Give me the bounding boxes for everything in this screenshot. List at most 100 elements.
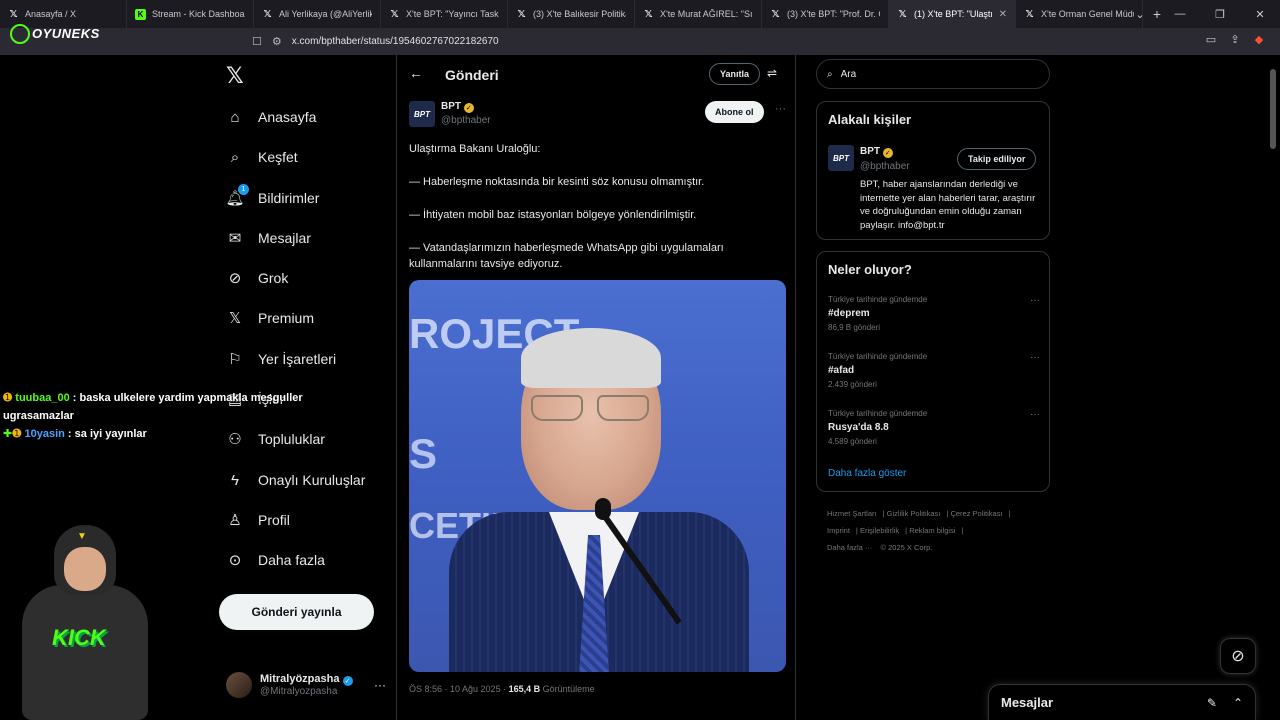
related-avatar[interactable]: BPT: [828, 145, 854, 171]
sidebar-item-yer-isaretleri[interactable]: ⚐ Yer İşaretleri: [226, 347, 336, 371]
more-horizontal-icon[interactable]: ···: [1030, 352, 1040, 363]
subscribe-button[interactable]: Abone ol: [705, 101, 764, 123]
back-arrow-icon[interactable]: ←: [409, 65, 423, 81]
author-avatar[interactable]: BPT: [409, 101, 435, 127]
tab-balikesir[interactable]: 𝕏(3) X'te Balıkesir Politika G: [508, 0, 635, 28]
footer-link[interactable]: Çerez Politikası: [950, 509, 1002, 518]
sidebar-item-bildirimler[interactable]: 🔔︎ 1 Bildirimler: [225, 184, 319, 210]
sidebar-item-premium[interactable]: 𝕏 Premium: [226, 306, 314, 330]
kick-logo-text: KICK: [52, 625, 106, 650]
person-icon: ♙: [228, 512, 242, 529]
trend-tag: #deprem: [828, 308, 870, 319]
x-icon: 𝕏: [9, 8, 18, 20]
tab-bpt-prof[interactable]: 𝕏(3) X'te BPT: "Prof. Dr. Öve: [762, 0, 889, 28]
sliders-icon[interactable]: ⇌: [767, 66, 777, 80]
sidebar-item-profil[interactable]: ♙ Profil: [226, 508, 290, 532]
footer-link[interactable]: Hizmet Şartları: [827, 509, 877, 518]
tab-bpt-yayinci[interactable]: 𝕏X'te BPT: "Yayıncı Taskınefe: [381, 0, 508, 28]
following-button[interactable]: Takip ediliyor: [957, 148, 1037, 170]
tweet-line: — Haberleşme noktasında bir kesinti söz …: [409, 176, 705, 188]
chat-message: ✚➊ 10yasin : sa iyi yayınlar: [3, 425, 333, 443]
chat-text: : sa iyi yayınlar: [64, 428, 147, 440]
more-horizontal-icon[interactable]: ···: [374, 678, 386, 692]
trend-count: 2.439 gönderi: [828, 380, 877, 389]
post-button[interactable]: Gönderi yayınla: [219, 594, 374, 630]
cast-icon[interactable]: ▭: [1204, 33, 1218, 46]
sidebar-item-anasayfa[interactable]: ⌂ Anasayfa: [226, 105, 316, 129]
grok-float-button[interactable]: ⊘: [1220, 638, 1256, 674]
sidebar-item-mesajlar[interactable]: ✉ Mesajlar: [226, 226, 311, 250]
tweet-photo[interactable]: ROJECT S CETIN: [409, 280, 786, 672]
brave-shield-icon[interactable]: ◆: [1252, 33, 1266, 46]
bookmark-icon: ⚐: [228, 351, 242, 368]
tab-murat-agirel[interactable]: 𝕏X'te Murat AĞIREL: "Sındı: [635, 0, 762, 28]
reply-button[interactable]: Yanıtla: [709, 63, 761, 85]
account-switcher[interactable]: Mitralyözpasha ✓ @Mitralyozpasha ···: [226, 672, 386, 698]
close-icon[interactable]: ✕: [999, 9, 1007, 20]
sidebar-item-onayli-kuruluslar[interactable]: ϟ Onaylı Kuruluşlar: [226, 468, 365, 492]
search-box[interactable]: ⌕: [816, 59, 1050, 89]
trend-tag: #afad: [828, 365, 855, 376]
address-bar[interactable]: ☐ ⚙ x.com/bpthaber/status/19546027670221…: [252, 31, 1004, 52]
footer-link[interactable]: Gizlilik Politikası: [887, 509, 941, 518]
window-controls: ⌄ — ❐ ✕: [1120, 0, 1280, 28]
trend-item[interactable]: Türkiye tarihinde gündemde #afad 2.439 g…: [828, 352, 1040, 389]
url-text[interactable]: x.com/bpthaber/status/195460276702218267…: [292, 36, 499, 47]
trend-context: Türkiye tarihinde gündemde: [828, 352, 928, 361]
photo-hair: [521, 328, 661, 388]
share-icon[interactable]: ⇪: [1228, 33, 1242, 46]
messages-drawer[interactable]: Mesajlar ✎ ⌃: [988, 684, 1256, 720]
messages-drawer-title: Mesajlar: [1001, 695, 1054, 710]
account-handle: @Mitralyozpasha: [260, 686, 338, 697]
footer-link[interactable]: Daha fazla ···: [827, 543, 872, 552]
tweet-author[interactable]: BPT BPT ✓ @bpthaber: [409, 101, 491, 127]
messages-drawer-actions: ✎ ⌃: [1207, 696, 1243, 710]
site-info-icon[interactable]: ⚙: [272, 35, 282, 48]
restore-icon[interactable]: ❐: [1200, 8, 1240, 21]
ferrari-logo-icon: ▼: [77, 531, 87, 542]
verified-badge-icon: ✓: [882, 148, 893, 158]
sidebar-nav: 𝕏 ⌂ Anasayfa ⌕ Keşfet 🔔︎ 1 Bildirimler ✉ Mesa…: [210, 55, 396, 720]
author-info: BPT ✓ @bpthaber: [441, 101, 491, 127]
trend-item[interactable]: Türkiye tarihinde gündemde Rusya'da 8.8 …: [828, 409, 1040, 446]
tab-list-icon[interactable]: ⌄: [1120, 8, 1160, 21]
footer-link[interactable]: Imprint: [827, 526, 850, 535]
footer-link[interactable]: Erişilebilirlik: [860, 526, 899, 535]
more-horizontal-icon[interactable]: ···: [1030, 409, 1040, 420]
x-logo-icon[interactable]: 𝕏: [226, 63, 244, 89]
close-window-icon[interactable]: ✕: [1240, 8, 1280, 21]
minimize-icon[interactable]: —: [1160, 8, 1200, 20]
bookmark-page-icon[interactable]: ☐: [252, 35, 262, 48]
sidebar-item-daha-fazla[interactable]: ⊙ Daha fazla: [226, 548, 325, 572]
more-horizontal-icon[interactable]: ···: [1030, 295, 1040, 306]
search-input[interactable]: [840, 68, 1021, 80]
page-scrollbar[interactable]: [1270, 69, 1276, 149]
footer-links: Hizmet Şartları | Gizlilik Politikası | Çe…: [827, 509, 1011, 552]
chevron-up-icon[interactable]: ⌃: [1233, 696, 1243, 710]
chat-message: ➊ tuubaa_00 : baska ulkelere yardim yapm…: [3, 389, 333, 425]
trend-context: Türkiye tarihinde gündemde: [828, 295, 928, 304]
tweet-time: ÖS 8:56 · 10 Ağu 2025 ·: [409, 684, 509, 694]
stream-chat-overlay: ➊ tuubaa_00 : baska ulkelere yardim yapm…: [3, 389, 333, 443]
tab-bpt-ulastirma-active[interactable]: 𝕏(1) X'te BPT: "Ulaştırm✕: [889, 0, 1016, 28]
author-handle[interactable]: @bpthaber: [441, 115, 491, 126]
author-name[interactable]: BPT: [441, 101, 461, 112]
home-icon: ⌂: [230, 108, 240, 126]
related-people-card: Alakalı kişiler BPT BPT ✓ @bpthaber Taki…: [816, 101, 1050, 240]
show-more-link[interactable]: Daha fazla göster: [828, 468, 906, 479]
x-icon: 𝕏: [517, 8, 526, 20]
related-name-row[interactable]: BPT ✓: [860, 146, 893, 158]
tab-kick-dashboard[interactable]: K Stream - Kick Dashboard: [127, 0, 254, 28]
sidebar-item-kesfet[interactable]: ⌕ Keşfet: [226, 145, 298, 169]
more-horizontal-icon[interactable]: ···: [775, 103, 786, 115]
related-handle[interactable]: @bpthaber: [860, 161, 910, 172]
account-info: Mitralyözpasha ✓ @Mitralyozpasha: [260, 673, 353, 697]
sidebar-item-grok[interactable]: ⊘ Grok: [226, 266, 289, 290]
trend-item[interactable]: Türkiye tarihinde gündemde #deprem 86,9 …: [828, 295, 1040, 332]
search-icon: ⌕: [230, 148, 240, 166]
browser-tab-bar: 𝕏 Anasayfa / X K Stream - Kick Dashboard 𝕏…: [0, 0, 1280, 28]
stream-overlay-logo: OYUNEKS: [10, 24, 100, 44]
compose-message-icon[interactable]: ✎: [1207, 696, 1217, 710]
footer-link[interactable]: Reklam bilgisi: [909, 526, 955, 535]
tab-ali-yerlikaya[interactable]: 𝕏Ali Yerlikaya (@AliYerlikaya: [254, 0, 381, 28]
